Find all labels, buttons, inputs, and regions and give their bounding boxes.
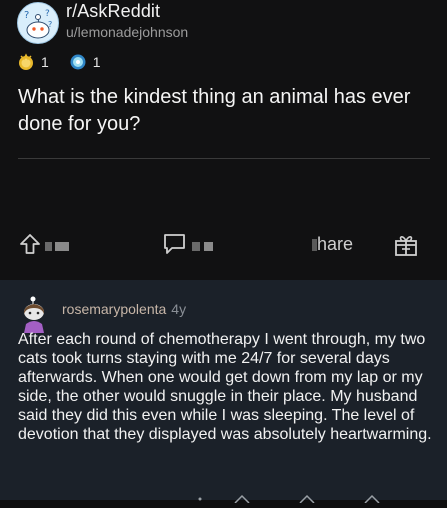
award-count: 1 bbox=[92, 54, 101, 70]
svg-text:?: ? bbox=[24, 10, 29, 21]
post-title[interactable]: What is the kindest thing an animal has … bbox=[18, 84, 428, 138]
comment-author[interactable]: rosemarypolenta 4y bbox=[62, 301, 186, 317]
gift-award-button[interactable] bbox=[393, 232, 419, 263]
comment-actions-cropped bbox=[180, 490, 440, 504]
share-label: hare bbox=[317, 234, 354, 254]
share-button[interactable]: hare bbox=[312, 234, 353, 255]
helpful-award-icon bbox=[69, 53, 87, 71]
comments-button[interactable] bbox=[162, 232, 213, 261]
comment-author-name[interactable]: rosemarypolenta bbox=[62, 301, 166, 317]
user-avatar[interactable] bbox=[19, 296, 49, 334]
subreddit-name[interactable]: r/AskReddit bbox=[66, 1, 160, 22]
comment-count-redacted bbox=[192, 242, 200, 251]
subreddit-avatar-icon[interactable]: ? ? ? bbox=[17, 2, 59, 44]
comment-card: rosemarypolenta 4y After each round of ch… bbox=[0, 280, 447, 504]
upvote-arrow-icon[interactable] bbox=[18, 232, 42, 261]
comment-body: After each round of chemotherapy I went … bbox=[18, 331, 432, 443]
vote-control[interactable] bbox=[18, 232, 69, 261]
post-card: ? ? ? r/AskReddit u/lemonadejohnson 1 1 … bbox=[0, 0, 447, 280]
gold-award-icon bbox=[17, 53, 35, 71]
post-action-bar: hare bbox=[0, 228, 447, 262]
gift-icon bbox=[393, 236, 419, 262]
svg-text:?: ? bbox=[45, 9, 50, 19]
post-author[interactable]: u/lemonadejohnson bbox=[66, 24, 188, 40]
comment-bubble-icon bbox=[162, 232, 188, 261]
comment-count-redacted bbox=[204, 242, 213, 251]
divider bbox=[18, 158, 430, 159]
vote-count-redacted bbox=[45, 242, 52, 251]
vote-count-redacted bbox=[55, 242, 69, 251]
award-count: 1 bbox=[41, 54, 49, 70]
comment-age: 4y bbox=[171, 301, 187, 317]
awards-row[interactable]: 1 1 bbox=[17, 52, 101, 72]
